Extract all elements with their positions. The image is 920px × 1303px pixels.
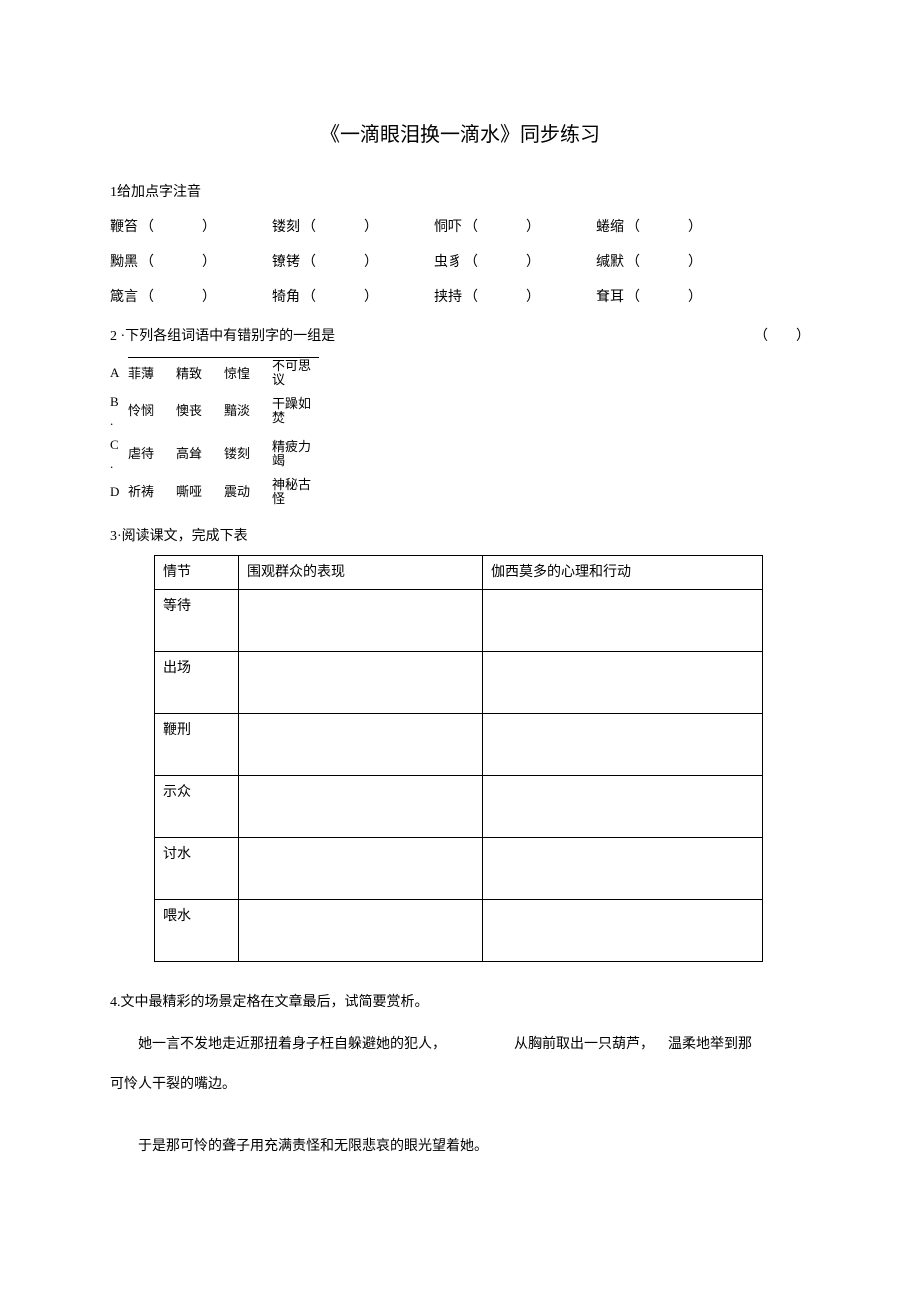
paren — [138, 252, 216, 273]
plot-cell: 喂水 — [155, 900, 239, 962]
passage-seg: 她一言不发地走近那扭着身子枉自躲避她的犯人， — [110, 1033, 446, 1057]
plot-cell: 示众 — [155, 776, 239, 838]
paren — [624, 217, 702, 238]
q2-header: 2 ·下列各组词语中有错别字的一组是 — [110, 326, 335, 347]
q3-header: 3·阅读课文，完成下表 — [110, 526, 810, 547]
q1-header: 1给加点字注音 — [110, 182, 810, 203]
opt-letter: B. — [110, 390, 128, 433]
opt-word: 嘶哑 — [176, 476, 224, 509]
opt-word: 祈祷 — [128, 476, 176, 509]
pinyin-row-2: 黝黑 镣铐 虫豸 缄默 — [110, 252, 810, 273]
paren — [462, 217, 540, 238]
opt-word: 精疲力竭 — [272, 433, 319, 476]
q2-row: 2 ·下列各组词语中有错别字的一组是 — [110, 326, 810, 347]
opt-word: 高耸 — [176, 433, 224, 476]
plot-cell: 出场 — [155, 652, 239, 714]
empty-cell — [239, 590, 483, 652]
opt-word: 惊惶 — [224, 358, 272, 390]
passage-line: 可怜人干裂的嘴边。 — [110, 1073, 810, 1097]
paren — [300, 287, 378, 308]
empty-cell — [239, 652, 483, 714]
pinyin-word: 箴言 — [110, 287, 138, 308]
table-row: 讨水 — [155, 838, 763, 900]
col-audience: 围观群众的表现 — [239, 556, 483, 590]
table-row: 喂水 — [155, 900, 763, 962]
pinyin-word: 镣铐 — [272, 252, 300, 273]
table-row: 示众 — [155, 776, 763, 838]
option-c: C. 虐待 高耸 镂刻 精疲力竭 — [110, 433, 319, 476]
pinyin-word: 耷耳 — [596, 287, 624, 308]
pinyin-word: 虫豸 — [434, 252, 462, 273]
pinyin-word: 鞭笞 — [110, 217, 138, 238]
plot-cell: 鞭刑 — [155, 714, 239, 776]
q2-answer-blank — [754, 326, 810, 347]
option-b: B. 怜悯 懊丧 黯淡 干躁如焚 — [110, 390, 319, 433]
pinyin-word: 缄默 — [596, 252, 624, 273]
table-row: 鞭刑 — [155, 714, 763, 776]
paren — [138, 287, 216, 308]
pinyin-word: 恫吓 — [434, 217, 462, 238]
opt-word: 精致 — [176, 358, 224, 390]
paren — [138, 217, 216, 238]
empty-cell — [239, 776, 483, 838]
empty-cell — [483, 776, 763, 838]
opt-word: 不可思议 — [272, 358, 319, 390]
plot-cell: 等待 — [155, 590, 239, 652]
opt-word: 怜悯 — [128, 390, 176, 433]
opt-letter: D — [110, 476, 128, 509]
q4-passage-2: 于是那可怜的聋子用充满责怪和无限悲哀的眼光望着她。 — [110, 1135, 810, 1159]
passage-seg: 从胸前取出一只葫芦， — [514, 1033, 654, 1057]
opt-word: 干躁如焚 — [272, 390, 319, 433]
empty-cell — [483, 900, 763, 962]
passage-seg: 温柔地举到那 — [668, 1033, 752, 1057]
empty-cell — [483, 652, 763, 714]
plot-table: 情节 围观群众的表现 伽西莫多的心理和行动 等待 出场 鞭刑 示众 讨水 喂水 — [154, 555, 763, 962]
paren — [300, 217, 378, 238]
q2-choices: A 菲薄 精致 惊惶 不可思议 B. 怜悯 懊丧 黯淡 干躁如焚 C. 虐待 高… — [110, 357, 319, 508]
col-plot: 情节 — [155, 556, 239, 590]
paren — [300, 252, 378, 273]
empty-cell — [483, 714, 763, 776]
plot-cell: 讨水 — [155, 838, 239, 900]
pinyin-word: 挟持 — [434, 287, 462, 308]
paren — [462, 252, 540, 273]
empty-cell — [239, 900, 483, 962]
pinyin-word: 犄角 — [272, 287, 300, 308]
paren — [624, 287, 702, 308]
opt-letter: C. — [110, 433, 128, 476]
table-row: 等待 — [155, 590, 763, 652]
page-title: 《一滴眼泪换一滴水》同步练习 — [110, 120, 810, 150]
q4-passage: 她一言不发地走近那扭着身子枉自躲避她的犯人， 从胸前取出一只葫芦， 温柔地举到那… — [110, 1033, 810, 1097]
option-a: A 菲薄 精致 惊惶 不可思议 — [110, 358, 319, 390]
empty-cell — [483, 838, 763, 900]
opt-word: 神秘古怪 — [272, 476, 319, 509]
opt-letter: A — [110, 358, 128, 390]
pinyin-row-1: 鞭笞 镂刻 恫吓 蜷缩 — [110, 217, 810, 238]
q4-header: 4.文中最精彩的场景定格在文章最后，试简要赏析。 — [110, 992, 810, 1013]
opt-word: 黯淡 — [224, 390, 272, 433]
pinyin-word: 蜷缩 — [596, 217, 624, 238]
pinyin-word: 镂刻 — [272, 217, 300, 238]
opt-word: 虐待 — [128, 433, 176, 476]
paren — [624, 252, 702, 273]
table-header-row: 情节 围观群众的表现 伽西莫多的心理和行动 — [155, 556, 763, 590]
opt-word: 震动 — [224, 476, 272, 509]
pinyin-row-3: 箴言 犄角 挟持 耷耳 — [110, 287, 810, 308]
empty-cell — [483, 590, 763, 652]
opt-word: 镂刻 — [224, 433, 272, 476]
option-d: D 祈祷 嘶哑 震动 神秘古怪 — [110, 476, 319, 509]
opt-word: 懊丧 — [176, 390, 224, 433]
empty-cell — [239, 838, 483, 900]
pinyin-word: 黝黑 — [110, 252, 138, 273]
col-quasimodo: 伽西莫多的心理和行动 — [483, 556, 763, 590]
paren — [462, 287, 540, 308]
empty-cell — [239, 714, 483, 776]
table-row: 出场 — [155, 652, 763, 714]
opt-word: 菲薄 — [128, 358, 176, 390]
